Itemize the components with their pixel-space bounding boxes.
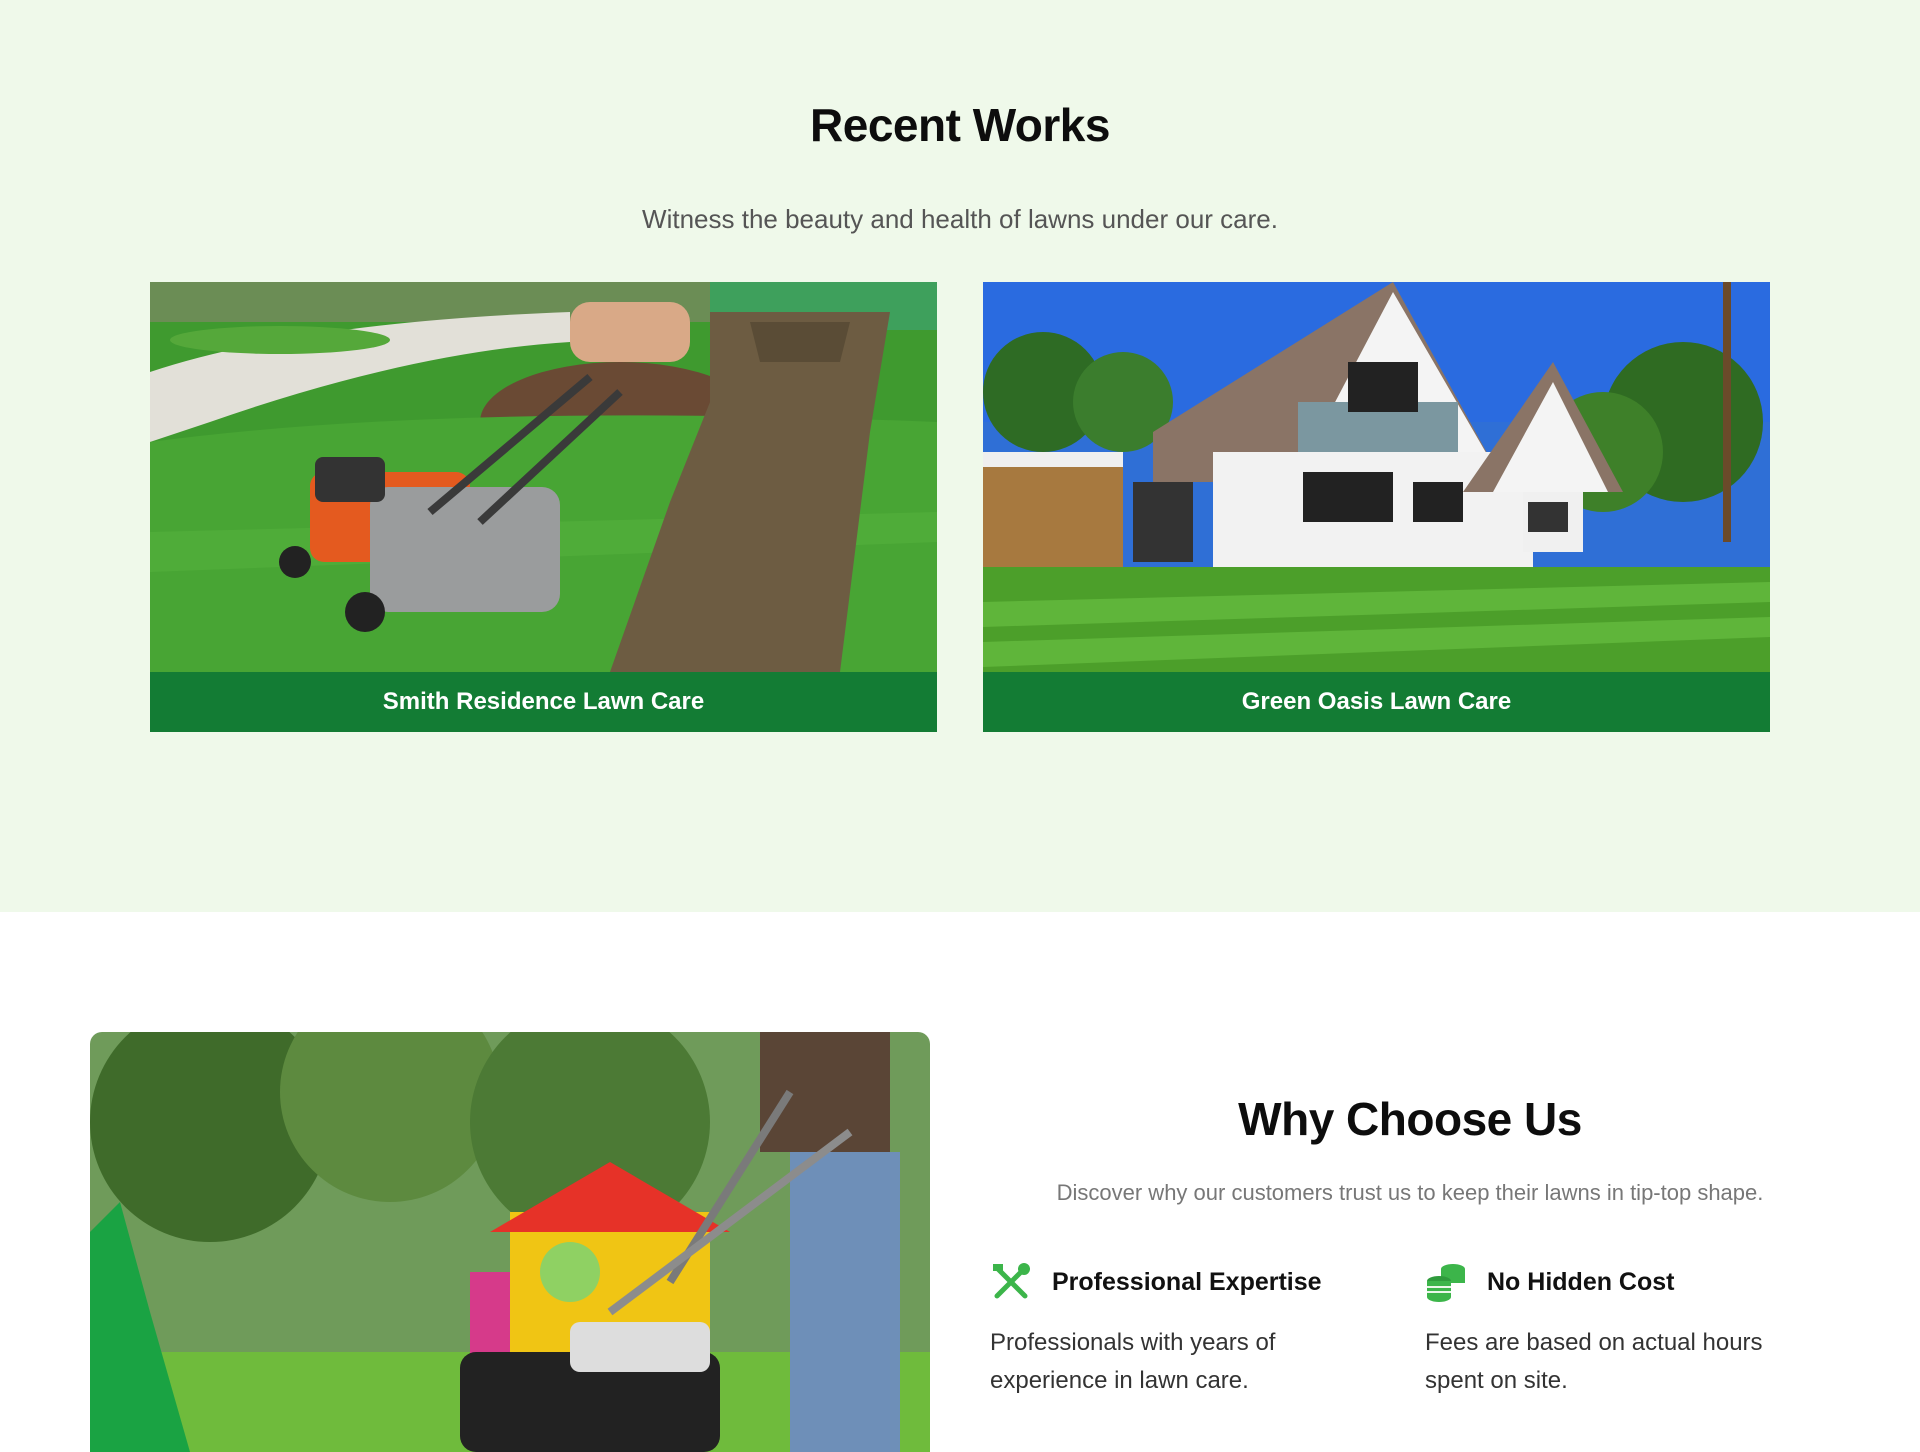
recent-works-title: Recent Works bbox=[810, 99, 1110, 151]
lawn-mowing-photo bbox=[150, 282, 937, 672]
recent-works-section: Recent Works Witness the beauty and heal… bbox=[0, 0, 1920, 912]
tools-icon bbox=[993, 1263, 1030, 1299]
work-card-green-oasis[interactable]: Green Oasis Lawn Care bbox=[983, 282, 1770, 732]
work-card-smith-residence[interactable]: Smith Residence Lawn Care bbox=[150, 282, 937, 732]
work-caption[interactable]: Smith Residence Lawn Care bbox=[150, 672, 937, 732]
feature-title: No Hidden Cost bbox=[1487, 1267, 1675, 1296]
feature-professional-expertise: Professional Expertise Professionals wit… bbox=[990, 1262, 1380, 1400]
feature-description: Professionals with years of experience i… bbox=[990, 1329, 1276, 1394]
recent-works-subtitle: Witness the beauty and health of lawns u… bbox=[642, 204, 1278, 234]
coins-icon bbox=[1427, 1264, 1465, 1302]
lawnmower-photo bbox=[90, 1032, 930, 1452]
house-lawn-photo bbox=[983, 282, 1770, 672]
work-caption[interactable]: Green Oasis Lawn Care bbox=[983, 672, 1770, 732]
why-choose-us-subtitle: Discover why our customers trust us to k… bbox=[1056, 1180, 1764, 1205]
feature-description: Fees are based on actual hours spent on … bbox=[1425, 1329, 1763, 1394]
feature-title: Professional Expertise bbox=[1052, 1267, 1322, 1296]
feature-no-hidden-cost: No Hidden Cost Fees are based on actual … bbox=[1425, 1262, 1815, 1400]
why-choose-us-title: Why Choose Us bbox=[1238, 1093, 1582, 1145]
